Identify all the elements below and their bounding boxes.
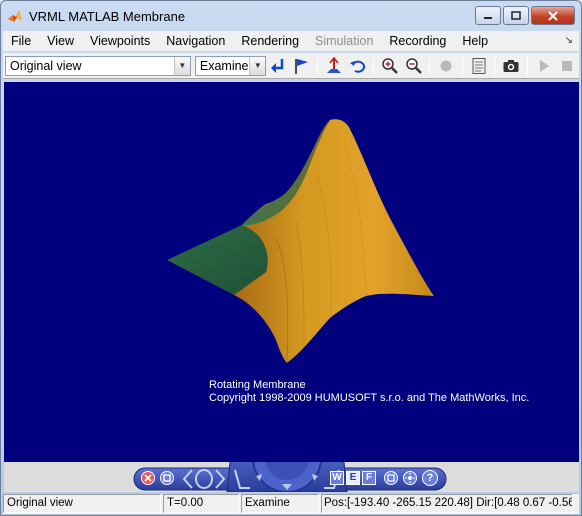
undock-arrow-icon[interactable]: ↘ <box>565 35 573 46</box>
zoom-in-icon <box>382 57 399 74</box>
start-simulation-button[interactable] <box>533 55 555 77</box>
capture-frame-button[interactable] <box>500 55 522 77</box>
status-time: T=0.00 <box>163 494 239 513</box>
navigation-mode-select[interactable]: Examine ▼ <box>194 55 267 76</box>
headlight-icon <box>405 473 415 483</box>
headlight-button[interactable] <box>403 471 417 485</box>
menu-bar: File View Viewpoints Navigation Renderin… <box>3 31 579 52</box>
fly-mode-label: F <box>365 472 373 483</box>
walk-mode-button[interactable]: W <box>330 471 344 485</box>
zoom-in-button[interactable] <box>379 55 401 77</box>
menu-help[interactable]: Help <box>454 31 496 52</box>
stop-icon <box>562 60 573 71</box>
status-mode: Examine <box>241 494 319 513</box>
toolbar-separator <box>317 55 319 76</box>
chevron-down-icon[interactable]: ▼ <box>249 56 266 75</box>
zoom-out-button[interactable] <box>403 55 425 77</box>
close-icon <box>548 10 558 21</box>
matlab-logo-icon <box>8 10 22 22</box>
window-title: VRML MATLAB Membrane <box>29 8 186 24</box>
zoom-to-fit-button[interactable] <box>384 471 398 485</box>
document-icon <box>472 57 486 74</box>
menu-navigation[interactable]: Navigation <box>158 31 233 52</box>
close-window-button[interactable] <box>531 6 575 25</box>
title-bar: VRML MATLAB Membrane <box>1 1 581 31</box>
play-icon <box>539 59 549 72</box>
rotate-icon <box>349 60 365 73</box>
menu-simulation[interactable]: Simulation <box>307 31 381 52</box>
rotate-button[interactable] <box>347 55 369 77</box>
window-icon <box>163 474 171 482</box>
walk-mode-label: W <box>332 472 342 483</box>
navigation-panel <box>133 462 447 492</box>
toolbar-separator <box>429 55 431 76</box>
toolbar-separator <box>461 55 463 76</box>
scene-caption-title: Rotating Membrane <box>209 379 306 391</box>
viewpoint-select-value: Original view <box>10 58 82 73</box>
navigation-mode-value: Examine <box>199 58 249 73</box>
status-bar: Original view T=0.00 Examine Pos:[-193.4… <box>3 494 579 514</box>
menu-recording[interactable]: Recording <box>381 31 454 52</box>
maximize-button[interactable] <box>503 6 529 25</box>
scene-caption-copyright: Copyright 1998-2009 HUMUSOFT s.r.o. and … <box>209 392 530 404</box>
create-viewpoint-button[interactable] <box>291 55 313 77</box>
membrane-surface <box>167 119 434 364</box>
toolbar-separator <box>373 55 375 76</box>
camera-icon <box>503 59 519 72</box>
fly-mode-button[interactable]: F <box>362 471 376 485</box>
return-to-viewpoint-button[interactable] <box>267 55 289 77</box>
stop-simulation-button[interactable] <box>435 55 457 77</box>
straighten-up-button[interactable] <box>323 55 345 77</box>
chevron-down-icon[interactable]: ▼ <box>173 56 190 75</box>
minimize-icon <box>484 16 492 19</box>
flag-icon <box>294 58 308 74</box>
examine-mode-button[interactable]: E <box>346 471 360 485</box>
status-direction: Dir:[0.48 0.67 -0.56] <box>476 497 573 509</box>
examine-mode-label: E <box>349 472 357 483</box>
toolbar-separator <box>494 55 496 76</box>
menu-view[interactable]: View <box>39 31 82 52</box>
straighten-icon <box>327 56 342 73</box>
viewpoint-select[interactable]: Original view ▼ <box>5 55 191 76</box>
status-viewpoint: Original view <box>3 494 161 513</box>
menu-rendering[interactable]: Rendering <box>233 31 307 52</box>
zoom-out-icon <box>405 57 422 74</box>
status-position: Pos:[-193.40 -265.15 220.48] <box>324 497 473 509</box>
return-arrow-icon <box>271 58 284 73</box>
menu-viewpoints[interactable]: Viewpoints <box>82 31 158 52</box>
app-window: VRML MATLAB Membrane File View Viewpoint… <box>0 0 582 516</box>
vrml-viewport[interactable]: Rotating Membrane Copyright 1998-2009 HU… <box>4 82 579 492</box>
maximize-icon <box>511 11 521 20</box>
nav-minimize-button[interactable] <box>160 471 174 485</box>
toolbar-separator <box>526 55 528 76</box>
edit-world-button[interactable] <box>468 55 490 77</box>
stop-button[interactable] <box>556 55 578 77</box>
record-icon <box>440 60 452 71</box>
nav-help-button[interactable]: ? <box>422 470 438 486</box>
toolbar: Original view ▼ Examine ▼ <box>3 53 579 79</box>
close-icon <box>144 474 152 482</box>
minimize-button[interactable] <box>475 6 501 25</box>
status-position-direction: Pos:[-193.40 -265.15 220.48] Dir:[0.48 0… <box>321 494 573 513</box>
nav-help-label: ? <box>426 472 434 484</box>
fit-view-icon <box>387 474 395 482</box>
nav-close-button[interactable] <box>141 471 155 485</box>
menu-file[interactable]: File <box>3 31 39 52</box>
